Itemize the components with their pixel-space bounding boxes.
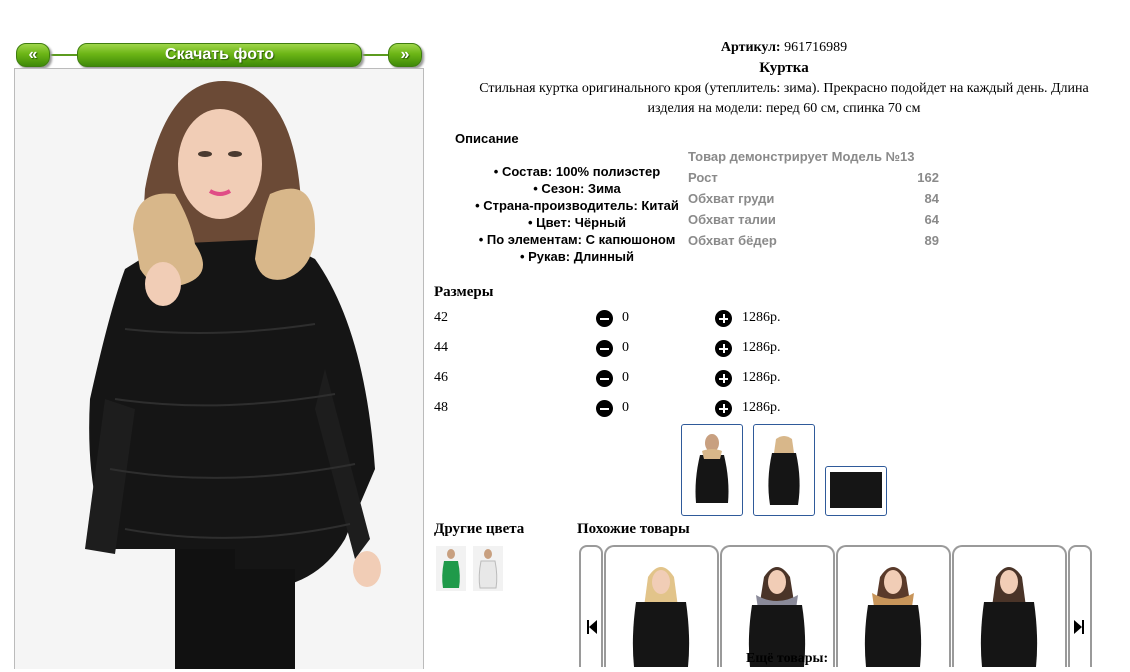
similar-item-1[interactable] [604,545,719,667]
product-title: Куртка [759,60,809,76]
model-row-label: Обхват талии [688,212,776,227]
minus-icon[interactable] [596,400,613,417]
size-row-44: 44 0 1286р. [434,340,814,360]
photo-thumbnail-detail[interactable] [825,466,887,516]
plus-icon[interactable] [715,310,732,327]
more-products-label: Ещё товары: [746,651,829,666]
spec-item: • Страна-производитель: Китай [475,198,679,213]
photo-thumbnail-back[interactable] [753,424,815,516]
similar-item-image [864,567,922,667]
plus-icon[interactable] [715,370,732,387]
spec-item: • Цвет: Чёрный [527,215,627,230]
article-label: Артикул: [720,40,781,55]
spec-item: • Сезон: Зима [533,181,621,196]
model-row-value: 64 [924,212,939,227]
model-row-waist: Обхват талии 64 [688,209,939,230]
model-row-label: Обхват бёдер [688,233,777,248]
photo-thumbnail-front[interactable] [681,424,743,516]
size-label: 44 [434,340,448,355]
size-qty: 0 [622,370,629,385]
download-photo-label: Скачать фото [165,46,274,63]
similar-prev-button[interactable] [579,545,603,667]
other-colors-title: Другие цвета [434,521,525,537]
model-row-chest: Обхват груди 84 [688,188,939,209]
other-color-white[interactable] [473,546,503,591]
similar-next-button[interactable] [1068,545,1092,667]
article-line: Артикул: 961716989 [430,39,1130,57]
similar-item-3[interactable] [836,545,951,667]
plus-icon[interactable] [715,400,732,417]
model-title-text: Товар демонстрирует Модель №13 [688,149,915,164]
size-row-42: 42 0 1286р. [434,310,814,330]
size-qty: 0 [622,400,629,415]
size-label: 42 [434,310,448,325]
download-photo-button[interactable]: Скачать фото [77,43,362,67]
size-label: 48 [434,400,448,415]
model-row-label: Обхват груди [688,191,775,206]
model-info: Товар демонстрирует Модель №13 Рост 162 О… [688,146,939,251]
spec-item: • Рукав: Длинный [519,249,635,264]
similar-item-4[interactable] [952,545,1067,667]
skip-forward-icon [1074,620,1084,634]
specs-list: • Состав: 100% полиэстер • Сезон: Зима •… [452,163,702,265]
size-price: 1286р. [742,370,781,385]
model-row-hips: Обхват бёдер 89 [688,230,939,251]
prev-photo-button[interactable]: « [16,43,50,67]
model-row-value: 84 [924,191,939,206]
green-jacket-image [442,549,460,588]
thumbnail-detail-image [830,472,882,508]
other-color-green[interactable] [436,546,466,591]
model-row-label: Рост [688,170,718,185]
prev-photo-label: « [28,46,38,63]
similar-item-image [980,567,1038,667]
model-row-value: 162 [917,170,939,185]
spec-item: • Состав: 100% полиэстер [493,164,661,179]
size-qty: 0 [622,310,629,325]
similar-item-image [748,567,806,667]
similar-item-2[interactable] [720,545,835,667]
description-line-1: Стильная куртка оригинального кроя (утеп… [479,81,1089,96]
size-price: 1286р. [742,400,781,415]
main-product-photo[interactable] [14,68,424,669]
next-photo-label: » [400,46,410,63]
model-in-jacket-illustration [15,69,423,669]
skip-back-icon [587,620,597,634]
size-row-48: 48 0 1286р. [434,400,814,420]
size-row-46: 46 0 1286р. [434,370,814,390]
size-label: 46 [434,370,448,385]
model-row-height: Рост 162 [688,167,939,188]
thumbnail-back-image [768,436,800,505]
plus-icon[interactable] [715,340,732,357]
description-line-2: изделия на модели: перед 60 см, спинка 7… [647,101,921,116]
spec-item: • По элементам: С капюшоном [478,232,676,247]
product-description: Стильная куртка оригинального кроя (утеп… [430,79,1130,119]
similar-item-image [632,567,690,667]
nav-line-right [360,54,390,56]
next-photo-button[interactable]: » [388,43,422,67]
minus-icon[interactable] [596,340,613,357]
minus-icon[interactable] [596,370,613,387]
similar-title: Похожие товары [577,521,690,537]
specs-title: Описание [455,131,519,146]
size-qty: 0 [622,340,629,355]
sizes-title: Размеры [434,284,494,300]
white-jacket-image [478,549,498,589]
thumbnail-front-image [695,434,729,503]
size-price: 1286р. [742,310,781,325]
article-value: 961716989 [784,40,848,55]
nav-line-left [50,54,80,56]
minus-icon[interactable] [596,310,613,327]
model-row-value: 89 [924,233,939,248]
size-price: 1286р. [742,340,781,355]
model-title: Товар демонстрирует Модель №13 [688,146,939,167]
